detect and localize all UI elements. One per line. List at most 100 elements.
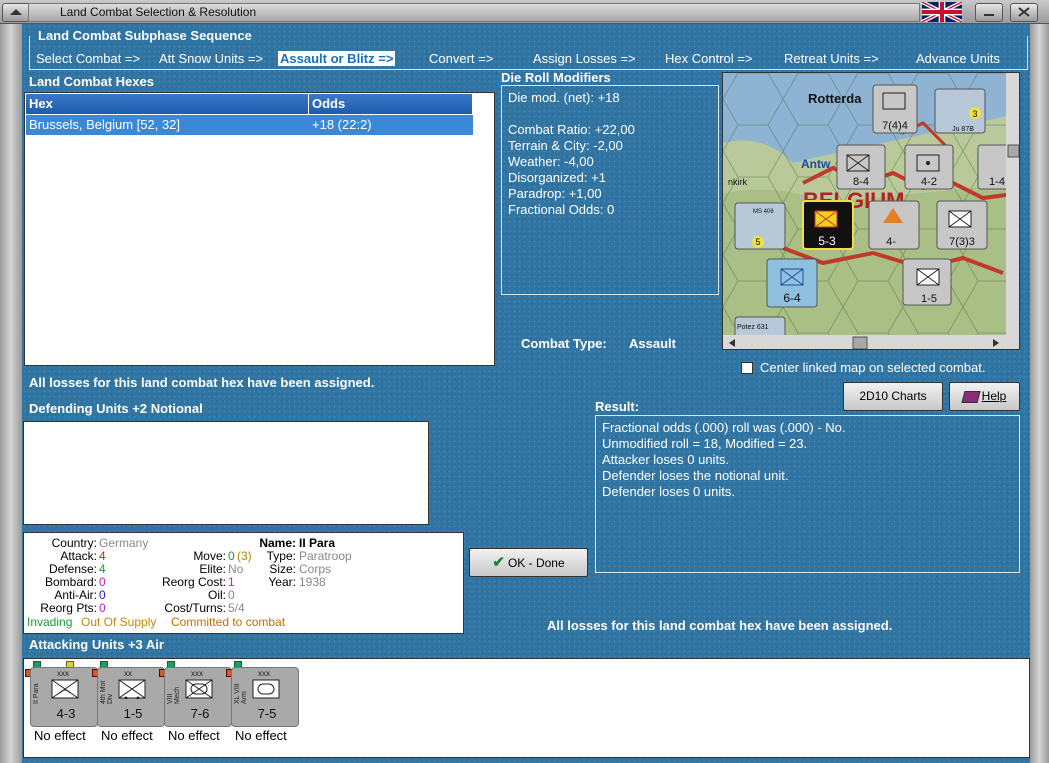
map-counter-label: 1-4 bbox=[989, 176, 1005, 188]
map-label-antwerp: Antw bbox=[801, 157, 831, 171]
window-title: Land Combat Selection & Resolution bbox=[60, 5, 257, 19]
attack-value: 4 bbox=[99, 549, 106, 563]
reorg-pts-label: Reorg Pts: bbox=[40, 601, 97, 615]
size-label: Size: bbox=[269, 562, 296, 576]
map-counter[interactable]: 4-2 bbox=[904, 144, 954, 190]
help-button-label: Help bbox=[981, 389, 1007, 403]
unit-effect: No effect bbox=[168, 728, 220, 743]
attacking-unit-counter[interactable]: II Para xxx 4-3 bbox=[30, 667, 98, 727]
map-horizontal-thumb[interactable] bbox=[852, 336, 868, 349]
center-map-checkbox[interactable] bbox=[741, 362, 753, 374]
defending-title: Defending Units +2 Notional bbox=[29, 401, 203, 416]
die-roll-box: Die mod. (net): +18 Combat Ratio: +22,00… bbox=[501, 85, 719, 295]
charts-button-label: 2D10 Charts bbox=[859, 389, 927, 403]
hex-cell: Brussels, Belgium [52, 32] bbox=[29, 117, 181, 132]
map-counter[interactable]: 3 Ju 87B bbox=[934, 88, 986, 134]
window-menu-icon bbox=[10, 9, 22, 15]
status-committed: Committed to combat bbox=[171, 615, 286, 629]
step-convert[interactable]: Convert => bbox=[429, 51, 493, 66]
die-roll-line: Die mod. (net): +18 bbox=[508, 90, 620, 105]
die-roll-title: Die Roll Modifiers bbox=[501, 70, 611, 85]
result-lines: Fractional odds (.000) roll was (.000) -… bbox=[602, 420, 845, 500]
die-roll-line: Paradrop: +1,00 bbox=[508, 186, 602, 201]
step-select-combat[interactable]: Select Combat => bbox=[36, 51, 140, 66]
map-counter[interactable]: 1-5 bbox=[902, 258, 952, 306]
step-hex-control[interactable]: Hex Control => bbox=[665, 51, 752, 66]
unit-name: XL VIII Arm bbox=[234, 683, 248, 704]
map-counter[interactable]: 6-4 bbox=[766, 258, 818, 308]
map-vertical-thumb[interactable] bbox=[1007, 144, 1019, 158]
attacking-unit-counter[interactable]: VIII Mech xxx 7-6 bbox=[164, 667, 232, 727]
step-advance-units[interactable]: Advance Units bbox=[916, 51, 1000, 66]
map-counter[interactable]: 5-3 bbox=[802, 200, 854, 250]
status-invading: Invading bbox=[27, 615, 73, 629]
map-horizontal-scrollbar[interactable] bbox=[723, 335, 1020, 350]
attacking-unit-counter[interactable]: 4th Mot Div xx 1-5 bbox=[97, 667, 165, 727]
name-label: Name: bbox=[259, 536, 296, 550]
unit-name: VIII Mech bbox=[167, 686, 181, 704]
step-assault-or-blitz[interactable]: Assault or Blitz => bbox=[278, 51, 396, 66]
map-counter[interactable]: 4- bbox=[868, 200, 920, 250]
minimize-button[interactable] bbox=[975, 3, 1003, 22]
defense-value: 4 bbox=[99, 562, 106, 576]
checkmark-icon: ✔ bbox=[492, 554, 505, 571]
close-button[interactable] bbox=[1010, 3, 1038, 22]
unit-effect: No effect bbox=[34, 728, 86, 743]
map-counter-label: Ju 87B bbox=[952, 126, 974, 133]
die-roll-line: Fractional Odds: 0 bbox=[508, 202, 615, 217]
ok-done-label: OK - Done bbox=[507, 556, 565, 570]
unit-name: II Para bbox=[33, 683, 40, 704]
map-counter-label: 5 bbox=[755, 237, 760, 247]
map-counter[interactable]: MS 406 5 bbox=[734, 202, 786, 250]
defense-label: Defense: bbox=[48, 562, 97, 576]
bombard-label: Bombard: bbox=[44, 575, 97, 589]
bombard-value: 0 bbox=[99, 575, 106, 589]
map-counter-label: Potez 631 bbox=[737, 324, 769, 331]
unit-strength: 4-3 bbox=[56, 706, 76, 721]
table-row[interactable]: Brussels, Belgium [52, 32] +18 (22:2) bbox=[26, 115, 473, 135]
help-button[interactable]: Help bbox=[949, 382, 1020, 411]
map-vertical-scrollbar[interactable] bbox=[1006, 73, 1020, 335]
hexes-title: Land Combat Hexes bbox=[29, 74, 154, 89]
unit-size: xxx bbox=[191, 669, 203, 678]
mechanized-icon bbox=[185, 679, 213, 699]
map-canvas[interactable]: Rotterda Antw BELGIUM nkirk 7(4)4 3Ju 87… bbox=[723, 73, 1020, 350]
status-supply: Out Of Supply bbox=[81, 615, 157, 629]
uk-flag-icon bbox=[921, 2, 963, 22]
step-retreat-units[interactable]: Retreat Units => bbox=[784, 51, 879, 66]
motorized-infantry-icon bbox=[118, 679, 146, 699]
cost-turns-label: Cost/Turns: bbox=[164, 601, 226, 615]
oil-label: Oil: bbox=[208, 588, 226, 602]
reorg-cost-value: 1 bbox=[228, 575, 235, 589]
step-att-snow-units[interactable]: Att Snow Units => bbox=[159, 51, 263, 66]
attacking-unit-counter[interactable]: XL VIII Arm xxx 7-5 bbox=[231, 667, 299, 727]
combat-type-value: Assault bbox=[629, 336, 676, 351]
oil-value: 0 bbox=[228, 588, 235, 602]
attacking-units-list[interactable]: II Para xxx 4-3 No effect 4th Mot Div xx… bbox=[23, 658, 1030, 758]
die-roll-line bbox=[508, 106, 635, 122]
map-counter[interactable]: 7(4)4 bbox=[872, 84, 918, 134]
title-bar: Land Combat Selection & Resolution bbox=[0, 0, 1049, 24]
unit-strength: 7-5 bbox=[257, 706, 277, 721]
step-assign-losses[interactable]: Assign Losses => bbox=[533, 51, 636, 66]
attacking-title: Attacking Units +3 Air bbox=[29, 637, 164, 652]
linked-map[interactable]: Rotterda Antw BELGIUM nkirk 7(4)4 3 Ju 87… bbox=[722, 72, 1020, 350]
map-counter-label: 5-3 bbox=[818, 234, 836, 248]
map-counter[interactable]: 8-4 bbox=[836, 144, 886, 190]
minimize-icon bbox=[984, 14, 994, 16]
center-map-label: Center linked map on selected combat. bbox=[760, 360, 986, 375]
die-roll-line: Disorganized: +1 bbox=[508, 170, 606, 185]
result-line: Attacker loses 0 units. bbox=[602, 452, 730, 467]
ok-done-button[interactable]: ✔ OK - Done bbox=[469, 548, 588, 577]
map-counter[interactable]: 7(3)3 bbox=[936, 200, 988, 250]
map-counter-label: MS 406 bbox=[753, 209, 774, 215]
window-menu-button[interactable] bbox=[2, 3, 30, 22]
losses-message-right: All losses for this land combat hex have… bbox=[547, 618, 893, 633]
hex-list[interactable]: Hex Odds Brussels, Belgium [52, 32] +18 … bbox=[24, 92, 495, 366]
defending-units-list[interactable] bbox=[23, 421, 429, 525]
column-header-hex[interactable]: Hex bbox=[26, 94, 309, 114]
column-header-odds[interactable]: Odds bbox=[309, 94, 473, 114]
map-label-dunkirk: nkirk bbox=[728, 177, 748, 187]
die-roll-line: Combat Ratio: +22,00 bbox=[508, 122, 635, 137]
charts-button[interactable]: 2D10 Charts bbox=[843, 382, 943, 411]
